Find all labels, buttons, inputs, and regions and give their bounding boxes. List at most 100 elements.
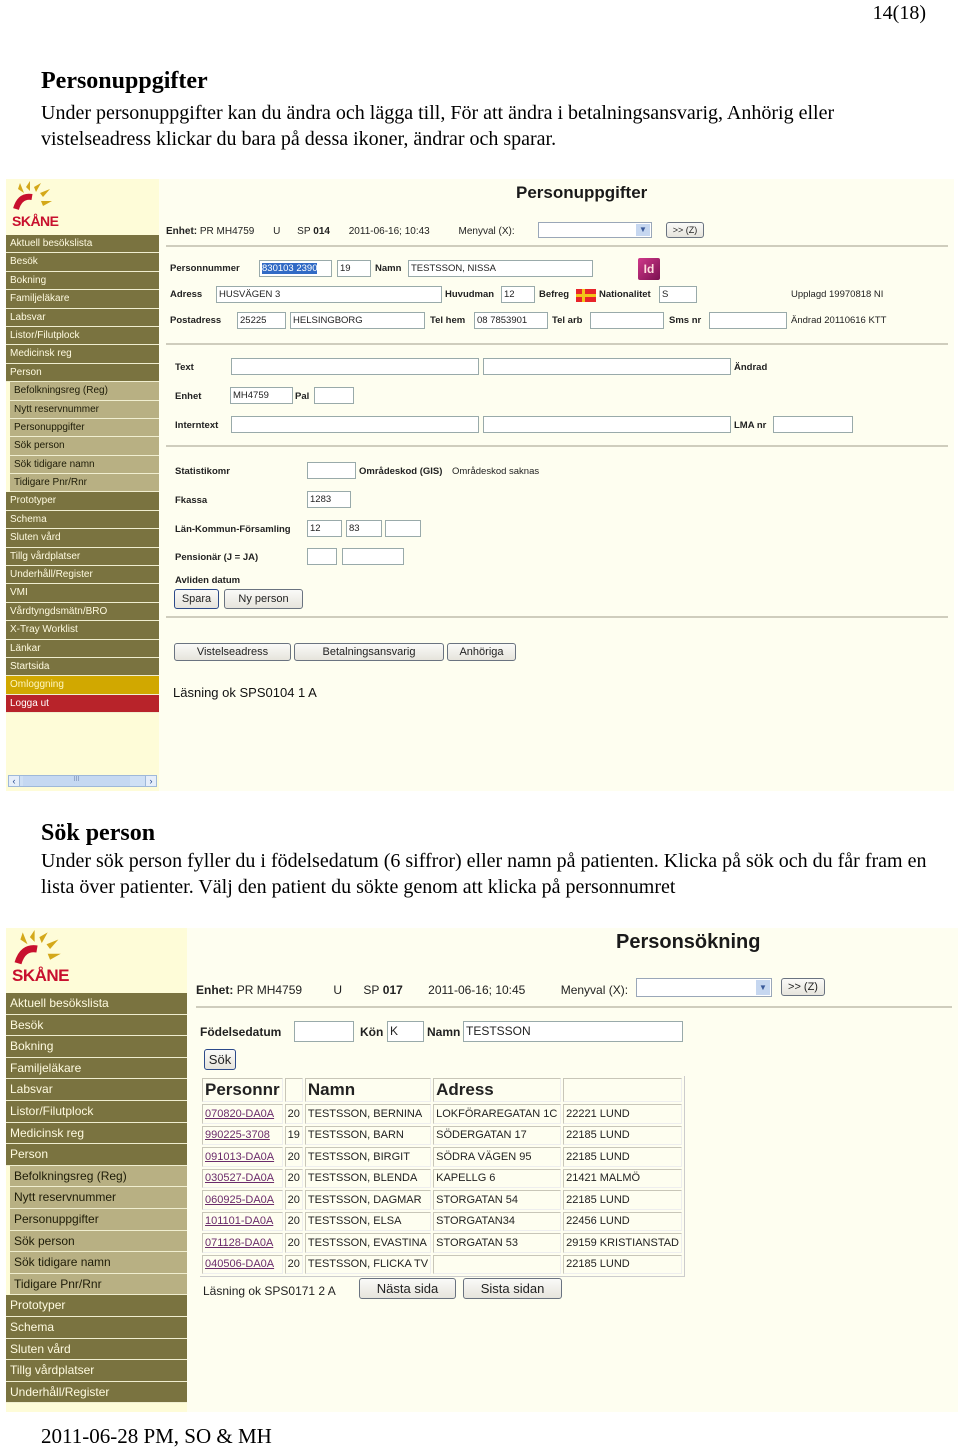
lan-input[interactable]: 12 — [307, 520, 342, 537]
submenu-item[interactable]: Nytt reservnummer — [10, 1187, 187, 1209]
menu-item[interactable]: Familjeläkare — [6, 290, 159, 309]
menu-item-person[interactable]: Person — [6, 363, 159, 383]
chevron-down-icon[interactable]: ▼ — [636, 224, 650, 236]
namn-input[interactable]: TESTSSON, NISSA — [408, 260, 593, 277]
text-input-1[interactable] — [231, 358, 479, 375]
ny-person-button[interactable]: Ny person — [224, 589, 303, 609]
personnummer-input[interactable]: 830103 2390 — [259, 260, 332, 277]
flag-icon[interactable] — [576, 289, 596, 302]
menu-item-logga-ut[interactable]: Logga ut — [6, 694, 159, 714]
personnr-link[interactable]: 101101-DA0A — [205, 1215, 273, 1227]
sok-button[interactable]: Sök — [204, 1049, 236, 1070]
menu-item[interactable]: Labsvar — [6, 1079, 187, 1101]
menu-item[interactable]: Startsida — [6, 657, 159, 677]
menu-item[interactable]: Listor/Filutplock — [6, 326, 159, 346]
menu-item[interactable]: Schema — [6, 510, 159, 530]
pal-input[interactable] — [314, 387, 354, 404]
telhem-input[interactable]: 08 7853901 — [474, 312, 548, 329]
menu-item[interactable]: Aktuell besökslista — [6, 993, 187, 1015]
personnr-link[interactable]: 070820-DA0A — [205, 1108, 274, 1120]
fkassa-input[interactable]: 1283 — [307, 491, 351, 508]
enhet-input[interactable]: MH4759 — [230, 387, 293, 404]
pensionar-input-2[interactable] — [342, 548, 404, 565]
menu-item[interactable]: Vårdtyngdsmätn/BRO — [6, 602, 159, 622]
personnr-link[interactable]: 071128-DA0A — [205, 1237, 273, 1249]
menu-item[interactable]: Medicinsk reg — [6, 345, 159, 364]
menu-item[interactable]: Underhåll/Register — [6, 566, 159, 585]
kon-input[interactable]: K — [387, 1021, 424, 1042]
forsamling-input[interactable] — [385, 520, 421, 537]
text-input-2[interactable] — [483, 358, 731, 375]
submenu-item-personuppgifter[interactable]: Personuppgifter — [10, 1208, 187, 1231]
interntext-input-1[interactable] — [231, 416, 479, 433]
menu-item[interactable]: Bokning — [6, 1036, 187, 1058]
menu-item[interactable]: Tillg vårdplatser — [6, 547, 159, 567]
menu-item-omloggning[interactable]: Omloggning — [6, 676, 159, 695]
menu-item[interactable]: Aktuell besökslista — [6, 235, 159, 254]
submenu-item-personuppgifter[interactable]: Personuppgifter — [10, 418, 159, 438]
nationalitet-input[interactable]: S — [659, 286, 697, 303]
personnr-link[interactable]: 990225-3708 — [205, 1129, 270, 1141]
menu-item[interactable]: Familjeläkare — [6, 1057, 187, 1080]
spara-button[interactable]: Spara — [174, 589, 219, 609]
menu-item[interactable]: Listor/Filutplock — [6, 1100, 187, 1123]
go-button[interactable]: >> (Z) — [666, 222, 704, 238]
menu-item[interactable]: Labsvar — [6, 308, 159, 327]
menu-item[interactable]: Besök — [6, 1014, 187, 1037]
menu-item[interactable]: Bokning — [6, 271, 159, 291]
postnummer-input[interactable]: 25225 — [237, 312, 286, 329]
scroll-left-icon[interactable]: ‹ — [8, 775, 20, 787]
nasta-sida-button[interactable]: Nästa sida — [359, 1278, 456, 1299]
menu-item[interactable]: Schema — [6, 1316, 187, 1339]
menu-item[interactable]: Sluten vård — [6, 1338, 187, 1361]
menyval-select[interactable]: ▼ — [538, 222, 652, 238]
telarb-input[interactable] — [590, 312, 664, 329]
menu-item[interactable]: X-Tray Worklist — [6, 621, 159, 640]
submenu-item[interactable]: Nytt reservnummer — [10, 400, 159, 419]
sista-sidan-button[interactable]: Sista sidan — [463, 1278, 562, 1299]
fodelsedatum-input[interactable] — [294, 1021, 354, 1042]
betalningsansvarig-button[interactable]: Betalningsansvarig — [294, 643, 444, 661]
submenu-item[interactable]: Sök tidigare namn — [10, 455, 159, 475]
adress-input[interactable]: HUSVÄGEN 3 — [216, 286, 442, 303]
menu-item[interactable]: Medicinsk reg — [6, 1122, 187, 1145]
id-icon[interactable]: Id — [638, 258, 660, 280]
submenu-item[interactable]: Befolkningsreg (Reg) — [10, 382, 159, 401]
menu-item[interactable]: Underhåll/Register — [6, 1381, 187, 1404]
menyval-select[interactable]: ▼ — [636, 978, 772, 997]
interntext-input-2[interactable] — [483, 416, 731, 433]
submenu-item-sok-person[interactable]: Sök person — [10, 437, 159, 456]
menu-item[interactable]: Prototyper — [6, 1295, 187, 1317]
personnr-link[interactable]: 091013-DA0A — [205, 1151, 274, 1163]
menu-item[interactable]: Länkar — [6, 639, 159, 658]
vistelseadress-button[interactable]: Vistelseadress — [174, 643, 291, 661]
sms-input[interactable] — [709, 312, 787, 329]
personnr-link[interactable]: 030527-DA0A — [205, 1172, 274, 1184]
statistikomr-input[interactable] — [307, 462, 356, 479]
go-button[interactable]: >> (Z) — [781, 978, 825, 996]
anhoriga-button[interactable]: Anhöriga — [447, 643, 516, 661]
submenu-item[interactable]: Tidigare Pnr/Rnr — [10, 1273, 187, 1296]
huvudman-input[interactable]: 12 — [501, 286, 535, 303]
menu-item[interactable]: Besök — [6, 253, 159, 272]
ort-input[interactable]: HELSINGBORG — [290, 312, 425, 329]
namn-input[interactable]: TESTSSON — [463, 1021, 683, 1042]
scroll-right-icon[interactable]: › — [145, 775, 157, 787]
menu-item[interactable]: Prototyper — [6, 492, 159, 511]
horizontal-scrollbar[interactable]: ‹ III › — [8, 775, 157, 787]
submenu-item[interactable]: Sök tidigare namn — [10, 1252, 187, 1274]
scroll-thumb[interactable]: III — [23, 776, 130, 786]
menu-item[interactable]: VMI — [6, 584, 159, 603]
menu-item[interactable]: Tillg vårdplatser — [6, 1360, 187, 1382]
personnr-link[interactable]: 060925-DA0A — [205, 1194, 274, 1206]
lma-input[interactable] — [773, 416, 853, 433]
pensionar-input[interactable] — [307, 548, 337, 565]
menu-item-person[interactable]: Person — [6, 1144, 187, 1166]
century-input[interactable]: 19 — [337, 260, 371, 277]
submenu-item-sok-person[interactable]: Sök person — [10, 1230, 187, 1253]
chevron-down-icon[interactable]: ▼ — [756, 980, 770, 995]
submenu-item[interactable]: Tidigare Pnr/Rnr — [10, 474, 159, 493]
menu-item[interactable]: Sluten vård — [6, 529, 159, 548]
kommun-input[interactable]: 83 — [346, 520, 382, 537]
submenu-item[interactable]: Befolkningsreg (Reg) — [10, 1165, 187, 1188]
